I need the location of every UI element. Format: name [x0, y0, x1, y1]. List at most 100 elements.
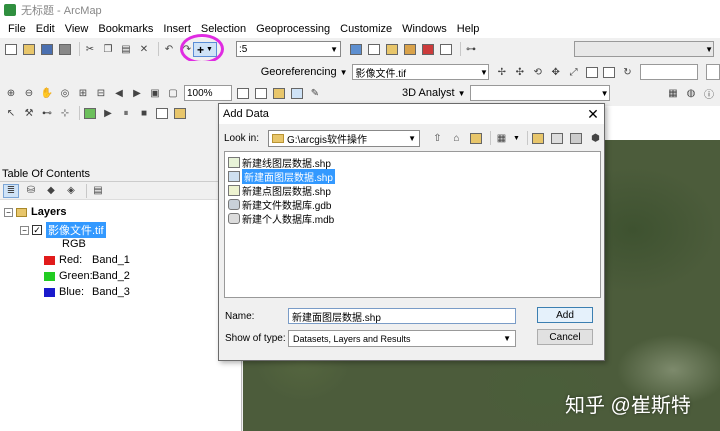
validate-icon[interactable]: [83, 106, 97, 120]
print-icon[interactable]: [58, 42, 72, 56]
menu-windows[interactable]: Windows: [398, 23, 453, 35]
menu-file[interactable]: File: [4, 23, 32, 35]
layer-name[interactable]: 影像文件.tif: [46, 222, 106, 238]
toggle-draft-mode-icon[interactable]: [236, 86, 250, 100]
new-document-icon[interactable]: [4, 42, 18, 56]
pause-icon[interactable]: ⏸: [119, 106, 133, 120]
add-control-points-icon[interactable]: ✢: [495, 65, 509, 79]
refresh-icon[interactable]: ↻: [620, 65, 634, 79]
python-window-icon[interactable]: [439, 42, 453, 56]
open-folder-icon[interactable]: [22, 42, 36, 56]
node-icon[interactable]: ⊷: [40, 106, 54, 120]
pan-icon[interactable]: ✋: [40, 86, 54, 100]
file-item[interactable]: 新建文件数据库.gdb: [228, 197, 597, 212]
flag-icon[interactable]: [173, 106, 187, 120]
file-item-selected[interactable]: 新建面图层数据.shp: [228, 168, 597, 184]
look-in-dropdown[interactable]: G:\arcgis软件操作 ▼: [268, 130, 420, 147]
go-forward-icon[interactable]: ▶: [130, 86, 144, 100]
focus-data-frame-icon[interactable]: [254, 86, 268, 100]
close-icon[interactable]: ✕: [586, 106, 600, 123]
info-icon[interactable]: ⓘ: [702, 86, 716, 101]
3d-analyst-menu[interactable]: 3D Analyst: [402, 87, 455, 99]
show-of-type-dropdown[interactable]: Datasets, Layers and Results ▼: [288, 330, 516, 347]
layers-group[interactable]: − Layers: [4, 206, 66, 218]
menu-customize[interactable]: Customize: [336, 23, 398, 35]
zoom-out-icon[interactable]: ⊖: [22, 86, 36, 100]
open-attributes-icon[interactable]: [155, 106, 169, 120]
full-extent-icon[interactable]: ◎: [58, 86, 72, 100]
add-button[interactable]: Add: [537, 307, 593, 323]
connect-folder-icon[interactable]: [468, 131, 483, 145]
table-of-contents-icon[interactable]: [367, 42, 381, 56]
play-icon[interactable]: ▶: [101, 106, 115, 120]
catalog-window-icon[interactable]: [385, 42, 399, 56]
menu-insert[interactable]: Insert: [159, 23, 197, 35]
view-list-icon[interactable]: ▦: [494, 131, 509, 145]
menu-edit[interactable]: Edit: [32, 23, 61, 35]
file-item[interactable]: 新建个人数据库.mdb: [228, 211, 597, 226]
zoom-level-dropdown[interactable]: 100%: [184, 85, 232, 101]
search-window-icon[interactable]: [403, 42, 417, 56]
options-icon[interactable]: ▤: [90, 184, 106, 198]
zoom-in-icon[interactable]: ⊕: [4, 86, 18, 100]
up-one-level-icon[interactable]: ⇧: [430, 131, 445, 145]
zoom-100-icon[interactable]: ▢: [166, 86, 180, 100]
select-elements-icon[interactable]: ↖: [4, 106, 18, 120]
network-icon[interactable]: ⊹: [58, 106, 72, 120]
control-point-icon[interactable]: ✣: [513, 65, 527, 79]
menu-bookmarks[interactable]: Bookmarks: [94, 23, 159, 35]
georeferencing-menu[interactable]: Georeferencing: [261, 66, 337, 78]
collapse-icon[interactable]: −: [4, 207, 13, 217]
catalog-icon[interactable]: [531, 131, 546, 145]
menu-view[interactable]: View: [61, 23, 95, 35]
collapse-icon[interactable]: −: [20, 225, 29, 235]
map-scale-dropdown[interactable]: :5 ▼: [236, 41, 341, 57]
zoom-whole-page-icon[interactable]: ▣: [148, 86, 162, 100]
paste-icon[interactable]: ▤: [119, 42, 133, 56]
viewer-icon[interactable]: [602, 65, 616, 79]
list-by-source-icon[interactable]: ⛁: [23, 184, 39, 198]
chevron-down-icon[interactable]: ▼: [513, 135, 520, 142]
delete-icon[interactable]: ✕: [137, 42, 151, 56]
layer-row[interactable]: − ✓ 影像文件.tif: [20, 222, 106, 238]
home-icon[interactable]: ⌂: [449, 131, 464, 145]
layer-visibility-checkbox[interactable]: ✓: [32, 225, 42, 235]
3d-analyst-layer-dropdown[interactable]: ▼: [469, 85, 610, 101]
fixed-zoom-out-icon[interactable]: ⊟: [94, 86, 108, 100]
globe-service-icon[interactable]: ⬢: [588, 131, 603, 145]
menu-help[interactable]: Help: [453, 23, 486, 35]
scale-icon[interactable]: ⤢: [567, 65, 581, 79]
rotate-icon[interactable]: ⟲: [531, 65, 545, 79]
menu-geoprocessing[interactable]: Geoprocessing: [252, 23, 336, 35]
cut-icon[interactable]: ✂: [83, 42, 97, 56]
list-by-visibility-icon[interactable]: ◆: [43, 184, 59, 198]
list-by-drawing-order-icon[interactable]: ≣: [3, 183, 19, 198]
stop-icon[interactable]: ■: [137, 106, 151, 120]
cancel-button[interactable]: Cancel: [537, 329, 593, 345]
toolbar-tool-icon[interactable]: ▦: [666, 86, 680, 100]
list-by-selection-icon[interactable]: ◈: [63, 184, 79, 198]
file-item[interactable]: 新建点图层数据.shp: [228, 183, 597, 198]
shift-icon[interactable]: ✥: [549, 65, 563, 79]
new-item-icon[interactable]: [569, 131, 584, 145]
arctoolbox-icon[interactable]: [421, 42, 435, 56]
name-input[interactable]: 新建面图层数据.shp: [288, 308, 516, 324]
save-icon[interactable]: [40, 42, 54, 56]
change-layout-icon[interactable]: [272, 86, 286, 100]
undo-icon[interactable]: ↶: [162, 42, 176, 56]
fixed-zoom-in-icon[interactable]: ⊞: [76, 86, 90, 100]
go-back-icon[interactable]: ◀: [112, 86, 126, 100]
edit-vertices-icon[interactable]: ✎: [308, 86, 322, 100]
data-driven-pages-icon[interactable]: [290, 86, 304, 100]
copy-icon[interactable]: ❐: [101, 42, 115, 56]
hammer-icon[interactable]: ⚒: [22, 106, 36, 120]
file-list[interactable]: 新建线图层数据.shp 新建面图层数据.shp 新建点图层数据.shp 新建文件…: [224, 151, 601, 298]
globe-icon[interactable]: ◍: [684, 86, 698, 100]
modelbuilder-icon[interactable]: ⊶: [464, 42, 478, 56]
rotation-input[interactable]: [640, 64, 699, 80]
file-item[interactable]: 新建线图层数据.shp: [228, 155, 597, 170]
new-folder-icon[interactable]: [550, 131, 565, 145]
editor-toolbar-icon[interactable]: [349, 42, 363, 56]
georef-layer-dropdown[interactable]: 影像文件.tif ▼: [351, 64, 489, 80]
view-link-table-icon[interactable]: [585, 65, 599, 79]
